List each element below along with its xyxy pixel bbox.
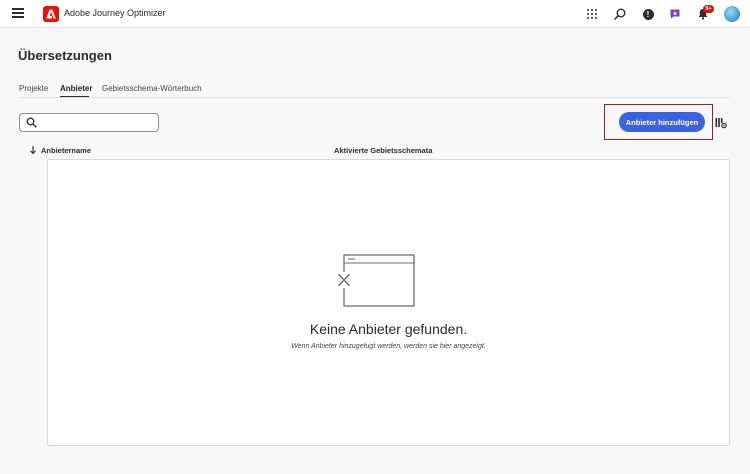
empty-state-subtitle: Wenn Anbieter hinzugefugt werden, werden… [291, 343, 486, 350]
column-header-anbietername[interactable]: Anbietername [41, 146, 91, 155]
menu-icon[interactable] [12, 8, 24, 20]
tab-anbieter[interactable]: Anbieter [60, 84, 92, 93]
tab-gebietsschema-woerterbuch[interactable]: Gebietsschema-Wörterbuch [102, 84, 202, 93]
search-input[interactable] [40, 116, 154, 129]
table-header: Anbietername Aktivierte Gebietsschemata [29, 145, 729, 157]
gift-icon[interactable] [668, 7, 682, 21]
column-header-aktivierte-gebietsschemata: Aktivierte Gebietsschemata [334, 146, 433, 155]
help-icon[interactable]: ! [641, 7, 655, 21]
column-settings-icon[interactable] [715, 116, 727, 129]
top-bar: Adobe Journey Optimizer ! 9+ [0, 0, 750, 28]
empty-state-title: Keine Anbieter gefunden. [309, 321, 468, 337]
empty-window-icon [337, 254, 415, 307]
search-icon [26, 117, 37, 128]
sort-descending-icon[interactable] [29, 145, 37, 155]
notification-badge: 9+ [703, 5, 714, 13]
table-body: Keine Anbieter gefunden. Wenn Anbieter h… [47, 159, 730, 446]
adobe-logo-icon[interactable] [43, 6, 59, 22]
app-title[interactable]: Adobe Journey Optimizer [64, 8, 166, 18]
page-title: Übersetzungen [18, 48, 112, 63]
apps-grid-icon[interactable] [585, 7, 599, 21]
user-avatar[interactable] [724, 6, 740, 22]
tabs-divider [18, 97, 730, 98]
search-field[interactable] [19, 113, 159, 132]
add-provider-button[interactable]: Anbieter hinzufügen [619, 112, 705, 132]
tab-projekte[interactable]: Projekte [19, 84, 48, 93]
search-icon[interactable] [613, 7, 627, 21]
